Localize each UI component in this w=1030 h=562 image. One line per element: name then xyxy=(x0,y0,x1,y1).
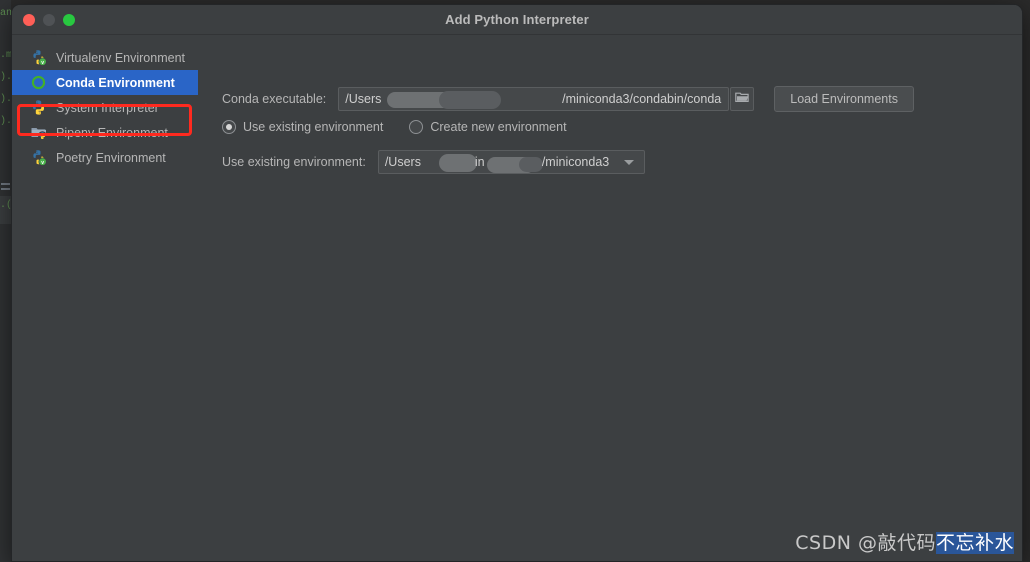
radio-label: Use existing environment xyxy=(243,120,384,134)
watermark-prefix: CSDN @敲代码 xyxy=(795,532,936,554)
existing-environment-row: Use existing environment: /Users in /min… xyxy=(222,150,645,174)
sidebar-item-conda-environment[interactable]: Conda Environment xyxy=(12,70,198,95)
radio-label: Create new environment xyxy=(430,120,567,134)
chevron-down-icon xyxy=(623,160,634,165)
conda-executable-value-prefix: /Users xyxy=(345,92,382,106)
watermark-highlighted: 不忘补水 xyxy=(935,532,1014,554)
sidebar-item-virtualenv-environment[interactable]: v Virtualenv Environment xyxy=(12,45,198,70)
python-poetry-icon: v xyxy=(30,149,47,166)
editor-fold-marker[interactable] xyxy=(1,183,10,185)
editor-fold-marker[interactable] xyxy=(1,188,10,190)
sidebar-item-system-interpreter[interactable]: System Interpreter xyxy=(12,95,198,120)
conda-executable-row: Conda executable: /Users /miniconda3/con… xyxy=(222,86,914,112)
dialog-body: v Virtualenv Environment Conda Environme… xyxy=(12,35,1022,561)
redaction-block xyxy=(518,157,543,172)
radio-indicator xyxy=(409,120,424,134)
environment-mode-radio-group: Use existing environment Create new envi… xyxy=(222,120,567,134)
python-venv-icon: v xyxy=(30,49,47,66)
redaction-block xyxy=(438,154,477,172)
sidebar-item-label: Poetry Environment xyxy=(56,150,166,165)
existing-environment-value-suffix: /miniconda3 xyxy=(541,155,610,169)
existing-environment-value-mid: in xyxy=(474,155,485,169)
folder-icon xyxy=(735,90,749,108)
dialog-titlebar: Add Python Interpreter xyxy=(12,5,1022,35)
sidebar-item-label: Virtualenv Environment xyxy=(56,50,186,65)
browse-conda-executable-button[interactable] xyxy=(730,87,755,111)
sidebar-item-label: System Interpreter xyxy=(56,100,159,115)
interpreter-type-list: v Virtualenv Environment Conda Environme… xyxy=(12,45,198,170)
existing-environment-label: Use existing environment: xyxy=(222,155,366,169)
radio-create-new-environment[interactable]: Create new environment xyxy=(409,120,567,134)
sidebar-item-label: Pipenv Environment xyxy=(56,125,168,140)
conda-executable-input[interactable]: /Users /miniconda3/condabin/conda xyxy=(338,87,730,111)
radio-use-existing-environment[interactable]: Use existing environment xyxy=(222,120,383,134)
conda-executable-label: Conda executable: xyxy=(222,92,327,106)
svg-text:v: v xyxy=(41,160,44,166)
conda-icon xyxy=(30,74,47,91)
add-python-interpreter-dialog: Add Python Interpreter v Virtualenv Envi… xyxy=(11,4,1023,562)
dialog-title: Add Python Interpreter xyxy=(445,12,589,27)
sidebar-item-pipenv-environment[interactable]: Pipenv Environment xyxy=(12,120,198,145)
radio-indicator xyxy=(222,120,236,134)
python-icon xyxy=(30,99,47,116)
sidebar-item-poetry-environment[interactable]: v Poetry Environment xyxy=(12,145,198,170)
svg-text:v: v xyxy=(41,60,44,66)
existing-environment-select[interactable]: /Users in /miniconda3 xyxy=(377,150,645,174)
load-environments-button[interactable]: Load Environments xyxy=(774,86,914,112)
watermark: CSDN @敲代码不忘补水 xyxy=(795,528,1014,555)
conda-environment-form: Conda executable: /Users /miniconda3/con… xyxy=(212,35,1022,561)
existing-environment-value-prefix: /Users xyxy=(384,155,421,169)
conda-executable-value-suffix: /miniconda3/condabin/conda xyxy=(562,92,722,106)
editor-gutter xyxy=(0,0,11,562)
redaction-block xyxy=(439,91,502,109)
screen: an .m ). ). ). .( Add Python Interpreter xyxy=(0,0,1030,562)
sidebar-item-label: Conda Environment xyxy=(56,75,175,90)
pipenv-folder-icon xyxy=(30,124,47,141)
